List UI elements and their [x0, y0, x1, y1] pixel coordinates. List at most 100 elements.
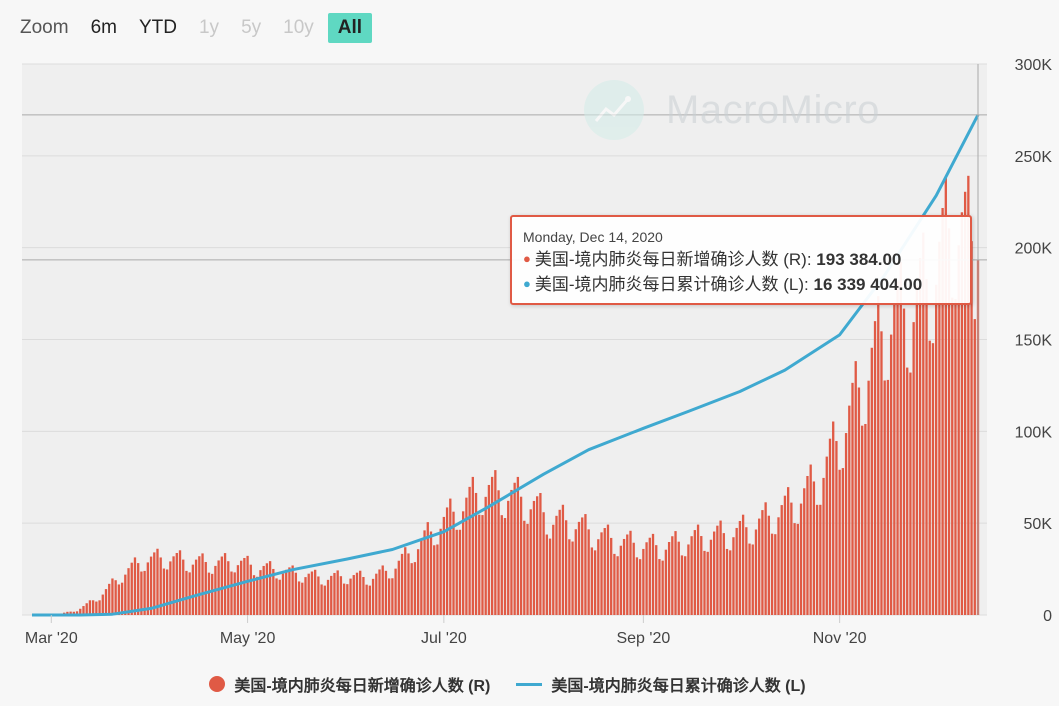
daily-bar[interactable]	[375, 573, 378, 615]
daily-bar[interactable]	[584, 514, 587, 615]
daily-bar[interactable]	[780, 505, 783, 615]
daily-bar[interactable]	[394, 568, 397, 615]
daily-bar[interactable]	[455, 529, 458, 615]
daily-bar[interactable]	[819, 504, 822, 615]
daily-bar[interactable]	[902, 308, 906, 615]
daily-bar[interactable]	[732, 537, 735, 615]
daily-bar[interactable]	[568, 539, 571, 615]
daily-bar[interactable]	[423, 530, 426, 615]
daily-bar[interactable]	[265, 563, 269, 615]
daily-bar[interactable]	[114, 580, 117, 615]
daily-bar[interactable]	[577, 521, 581, 615]
daily-bar[interactable]	[307, 573, 310, 615]
daily-bar[interactable]	[256, 576, 259, 615]
daily-bar[interactable]	[671, 536, 674, 615]
daily-bar[interactable]	[526, 523, 529, 615]
daily-bar[interactable]	[761, 510, 764, 615]
daily-bar[interactable]	[851, 382, 854, 615]
daily-bar[interactable]	[648, 537, 651, 615]
daily-bar[interactable]	[867, 380, 870, 615]
daily-bar[interactable]	[397, 560, 400, 615]
daily-bar[interactable]	[371, 578, 375, 615]
daily-bar[interactable]	[439, 528, 442, 615]
daily-bar[interactable]	[738, 520, 742, 615]
daily-bar[interactable]	[458, 529, 462, 615]
daily-bar[interactable]	[352, 575, 355, 615]
daily-bar[interactable]	[207, 572, 211, 615]
daily-bar[interactable]	[712, 531, 716, 615]
daily-bar[interactable]	[98, 600, 101, 615]
daily-bar[interactable]	[301, 582, 304, 615]
daily-bar[interactable]	[619, 545, 622, 615]
daily-bar[interactable]	[889, 334, 893, 615]
daily-bar[interactable]	[420, 538, 423, 615]
daily-bar[interactable]	[204, 562, 207, 615]
daily-bar[interactable]	[793, 523, 796, 615]
daily-bar[interactable]	[462, 511, 465, 615]
daily-bar[interactable]	[153, 552, 156, 615]
daily-bar[interactable]	[404, 547, 407, 615]
daily-bar[interactable]	[548, 538, 552, 615]
daily-bar[interactable]	[326, 579, 330, 615]
daily-bar[interactable]	[854, 361, 857, 615]
daily-bar[interactable]	[120, 582, 124, 615]
daily-bar[interactable]	[339, 576, 343, 615]
daily-bar[interactable]	[516, 476, 520, 615]
daily-bar[interactable]	[812, 481, 816, 615]
daily-bar[interactable]	[873, 321, 877, 615]
daily-bar[interactable]	[233, 572, 236, 615]
daily-bar[interactable]	[883, 380, 886, 615]
daily-bar[interactable]	[703, 550, 706, 615]
daily-bar[interactable]	[603, 528, 606, 615]
daily-bar[interactable]	[931, 343, 935, 615]
daily-bar[interactable]	[935, 284, 938, 615]
daily-bar[interactable]	[951, 297, 954, 615]
daily-bar[interactable]	[108, 583, 111, 615]
daily-bar[interactable]	[841, 468, 845, 615]
daily-bar[interactable]	[275, 578, 278, 615]
daily-bar[interactable]	[828, 438, 832, 615]
daily-bar[interactable]	[893, 303, 896, 615]
daily-bar[interactable]	[844, 433, 848, 615]
daily-bar[interactable]	[899, 262, 902, 615]
daily-bar[interactable]	[191, 564, 195, 615]
daily-bar[interactable]	[574, 529, 577, 615]
daily-bar[interactable]	[838, 469, 841, 615]
daily-bar[interactable]	[725, 548, 729, 615]
daily-bar[interactable]	[832, 421, 835, 615]
daily-bar[interactable]	[799, 503, 803, 615]
daily-bar[interactable]	[767, 515, 771, 615]
daily-bar[interactable]	[635, 557, 639, 615]
daily-bar[interactable]	[481, 515, 484, 615]
daily-bar[interactable]	[500, 515, 503, 615]
daily-bar[interactable]	[194, 559, 198, 615]
daily-bar[interactable]	[465, 497, 468, 615]
daily-bar[interactable]	[758, 518, 761, 615]
daily-bar[interactable]	[449, 498, 452, 615]
daily-bar[interactable]	[188, 572, 191, 615]
daily-bar[interactable]	[137, 563, 140, 615]
daily-bar[interactable]	[336, 570, 339, 615]
daily-bar[interactable]	[484, 496, 487, 615]
daily-bar[interactable]	[323, 585, 326, 615]
daily-bar[interactable]	[169, 561, 172, 615]
daily-bar[interactable]	[297, 581, 301, 615]
daily-bar[interactable]	[91, 600, 95, 615]
daily-bar[interactable]	[294, 572, 298, 615]
daily-bar[interactable]	[281, 573, 285, 615]
daily-bar[interactable]	[571, 541, 574, 615]
daily-bar[interactable]	[211, 573, 214, 615]
daily-bar[interactable]	[806, 476, 809, 615]
daily-bar[interactable]	[288, 567, 291, 615]
daily-bar[interactable]	[796, 523, 799, 615]
daily-bar[interactable]	[503, 518, 507, 615]
daily-bar[interactable]	[622, 538, 626, 615]
daily-bar[interactable]	[239, 560, 243, 615]
daily-bar[interactable]	[751, 544, 754, 615]
daily-bar[interactable]	[719, 520, 722, 615]
daily-bar[interactable]	[564, 520, 568, 615]
daily-bar[interactable]	[680, 555, 684, 615]
daily-bar[interactable]	[346, 584, 349, 615]
daily-bar[interactable]	[597, 539, 600, 615]
daily-bar[interactable]	[333, 572, 336, 615]
